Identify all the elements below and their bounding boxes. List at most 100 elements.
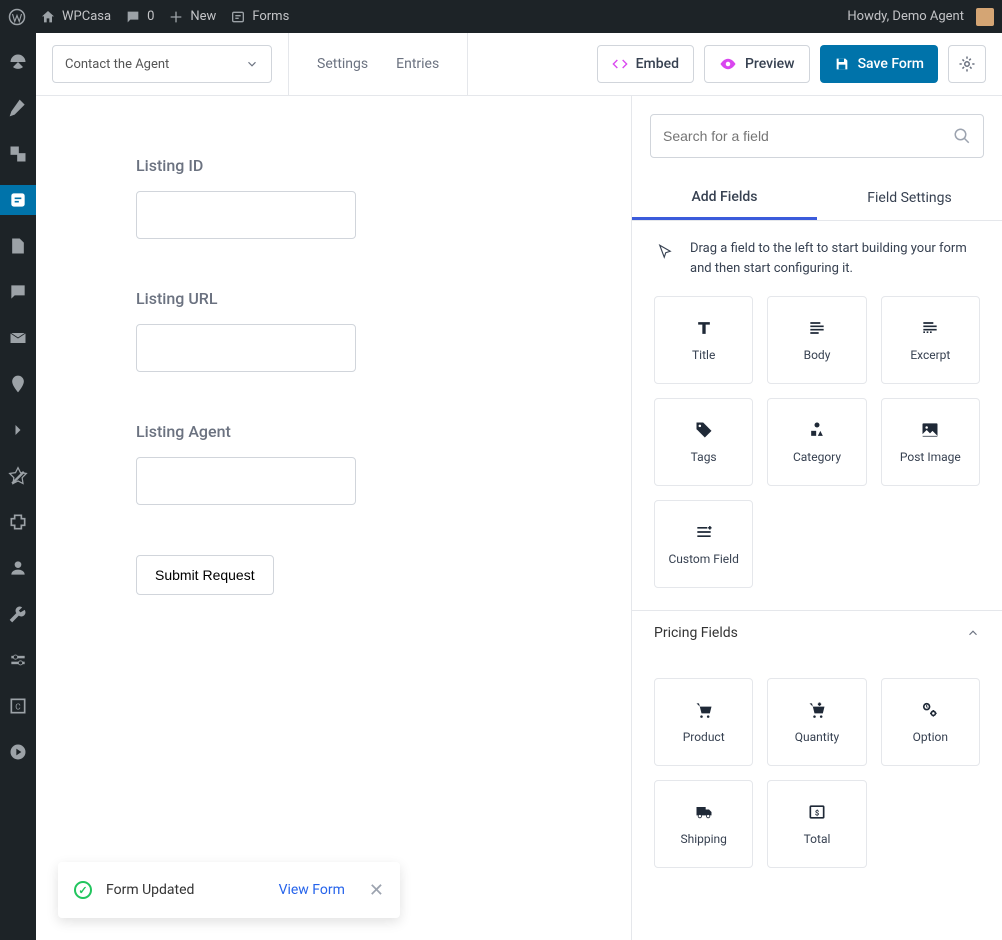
eye-icon: [719, 55, 737, 73]
menu-mail[interactable]: [0, 323, 36, 353]
field-card-category[interactable]: Category: [767, 398, 866, 486]
forms-label: Forms: [252, 9, 289, 24]
form-canvas[interactable]: Listing ID Listing URL Listing Agent Sub…: [36, 96, 632, 940]
menu-video[interactable]: [0, 737, 36, 767]
menu-location[interactable]: [0, 369, 36, 399]
menu-pages[interactable]: [0, 231, 36, 261]
embed-label: Embed: [636, 56, 679, 72]
menu-c[interactable]: C: [0, 691, 36, 721]
menu-appearance[interactable]: [0, 461, 36, 491]
embed-button[interactable]: Embed: [597, 45, 694, 83]
field-card-label: Tags: [691, 450, 717, 464]
field-label: Listing Agent: [136, 422, 531, 441]
field-card-option[interactable]: Option: [881, 678, 980, 766]
wp-logo[interactable]: [8, 8, 26, 26]
toast-close[interactable]: ✕: [369, 880, 384, 901]
svg-text:C: C: [15, 702, 21, 712]
image-icon: [920, 420, 940, 440]
menu-tools[interactable]: [0, 599, 36, 629]
new-label: New: [190, 9, 216, 24]
main: Contact the Agent Settings Entries Embed…: [36, 33, 1002, 940]
site-link[interactable]: WPCasa: [40, 9, 111, 25]
category-icon: [807, 420, 827, 440]
field-card-label: Excerpt: [910, 348, 950, 362]
cursor-icon: [656, 243, 674, 261]
field-card-product[interactable]: Product: [654, 678, 753, 766]
title-icon: [694, 318, 714, 338]
preview-button[interactable]: Preview: [704, 45, 810, 83]
field-card-title[interactable]: Title: [654, 296, 753, 384]
search-input[interactable]: [663, 128, 945, 144]
field-card-label: Shipping: [680, 832, 726, 846]
howdy-text: Howdy, Demo Agent: [847, 9, 964, 24]
save-label: Save Form: [858, 56, 924, 72]
field-label: Listing URL: [136, 289, 531, 308]
comments-link[interactable]: 0: [125, 9, 154, 25]
field-listing-id[interactable]: Listing ID: [136, 156, 531, 239]
forms-link[interactable]: Forms: [230, 9, 289, 25]
menu-users[interactable]: [0, 553, 36, 583]
field-listing-url[interactable]: Listing URL: [136, 289, 531, 372]
chevron-down-icon: [245, 57, 259, 71]
gear-button[interactable]: [948, 45, 986, 83]
admin-menu: C: [0, 33, 36, 940]
total-icon: $: [807, 802, 827, 822]
form-selector-label: Contact the Agent: [65, 57, 169, 72]
menu-collapse[interactable]: [0, 415, 36, 445]
menu-settings[interactable]: [0, 645, 36, 675]
custom-icon: [694, 522, 714, 542]
excerpt-icon: [920, 318, 940, 338]
field-card-post-image[interactable]: Post Image: [881, 398, 980, 486]
field-input[interactable]: [136, 457, 356, 505]
field-card-total[interactable]: $ Total: [767, 780, 866, 868]
field-card-quantity[interactable]: Quantity: [767, 678, 866, 766]
field-card-label: Body: [804, 348, 831, 362]
tab-field-settings[interactable]: Field Settings: [817, 176, 1002, 220]
section-label: Pricing Fields: [654, 625, 738, 641]
toast-message: Form Updated: [106, 882, 194, 898]
menu-dashboard[interactable]: [0, 47, 36, 77]
menu-comments[interactable]: [0, 277, 36, 307]
tags-icon: [694, 420, 714, 440]
section-pricing-fields[interactable]: Pricing Fields: [632, 610, 1002, 656]
tab-add-fields[interactable]: Add Fields: [632, 176, 817, 220]
field-card-label: Post Image: [900, 450, 961, 464]
save-button[interactable]: Save Form: [820, 45, 938, 83]
save-icon: [834, 56, 850, 72]
field-search[interactable]: [650, 114, 984, 158]
search-icon: [953, 127, 971, 145]
field-card-label: Option: [913, 730, 948, 744]
field-listing-agent[interactable]: Listing Agent: [136, 422, 531, 505]
field-card-excerpt[interactable]: Excerpt: [881, 296, 980, 384]
gear-icon: [958, 55, 976, 73]
field-card-label: Total: [804, 832, 831, 846]
site-name: WPCasa: [62, 9, 111, 24]
field-input[interactable]: [136, 324, 356, 372]
toast-link[interactable]: View Form: [279, 882, 345, 898]
howdy-link[interactable]: Howdy, Demo Agent: [847, 8, 994, 26]
tab-settings[interactable]: Settings: [313, 56, 372, 72]
menu-posts[interactable]: [0, 93, 36, 123]
tab-entries[interactable]: Entries: [392, 56, 443, 72]
field-card-tags[interactable]: Tags: [654, 398, 753, 486]
toast-form-updated: Form Updated View Form ✕: [58, 862, 400, 918]
hint-text: Drag a field to the left to start buildi…: [690, 239, 978, 278]
field-card-label: Product: [683, 730, 725, 744]
field-card-shipping[interactable]: Shipping: [654, 780, 753, 868]
field-card-body[interactable]: Body: [767, 296, 866, 384]
menu-forms-active[interactable]: [0, 185, 36, 215]
option-icon: [920, 700, 940, 720]
svg-text:$: $: [815, 808, 819, 817]
side-panel: Add Fields Field Settings Drag a field t…: [632, 96, 1002, 940]
field-input[interactable]: [136, 191, 356, 239]
menu-plugins[interactable]: [0, 507, 36, 537]
success-icon: [74, 881, 92, 899]
comment-count: 0: [147, 9, 154, 24]
submit-button[interactable]: Submit Request: [136, 555, 274, 595]
new-link[interactable]: New: [168, 9, 216, 25]
menu-media[interactable]: [0, 139, 36, 169]
field-card-custom-field[interactable]: Custom Field: [654, 500, 753, 588]
form-selector[interactable]: Contact the Agent: [52, 45, 272, 83]
quantity-icon: [807, 700, 827, 720]
shipping-icon: [694, 802, 714, 822]
